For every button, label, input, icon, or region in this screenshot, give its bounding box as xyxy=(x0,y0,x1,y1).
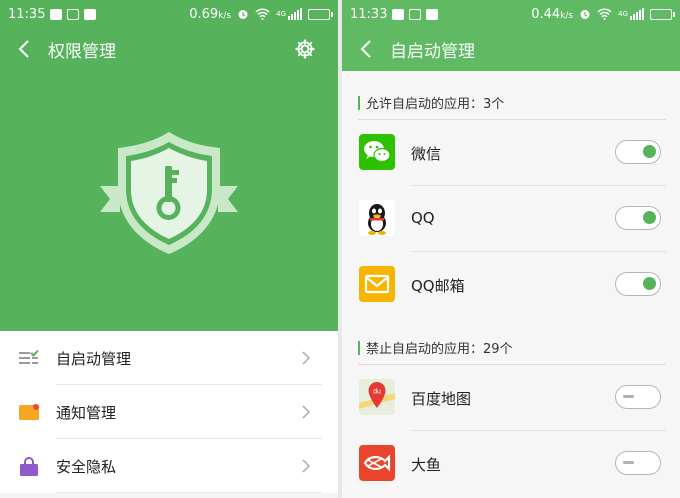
notification-app-icon xyxy=(392,8,405,20)
app-row-dayu: 大鱼 xyxy=(342,431,680,497)
status-time: 11:33 xyxy=(350,6,388,22)
app-row-qq: QQ xyxy=(342,186,680,252)
app-row-baidu-map: du 百度地图 xyxy=(342,365,680,431)
page-title: 自启动管理 xyxy=(390,41,475,62)
permission-manager-screen: 11:35 0.69k/s 4G 权限管理 自启动管理 通知管理 安全隐私 xyxy=(0,0,338,498)
autostart-toggle[interactable] xyxy=(615,451,661,475)
network-speed: 0.69k/s xyxy=(189,6,232,22)
baidu-map-app-icon: du xyxy=(359,379,395,415)
menu-item-autostart[interactable]: 自启动管理 xyxy=(0,331,338,385)
toggle-knob xyxy=(623,395,634,398)
lock-notification-icon xyxy=(426,8,439,20)
divider xyxy=(56,492,322,493)
toggle-knob xyxy=(643,211,656,224)
allowed-section-header: 允许自启动的应用：3个 xyxy=(358,93,504,112)
status-time: 11:35 xyxy=(8,6,46,22)
lock-icon xyxy=(20,457,38,476)
shield-key-illustration xyxy=(98,128,240,258)
title-bar: 权限管理 xyxy=(0,28,338,70)
menu-item-label: 通知管理 xyxy=(56,403,117,422)
menu-item-notification[interactable]: 通知管理 xyxy=(0,385,338,439)
autostart-toggle[interactable] xyxy=(615,272,661,296)
notification-icon xyxy=(19,404,39,420)
image-notification-icon xyxy=(409,8,422,20)
title-bar: 自启动管理 xyxy=(342,28,680,70)
autostart-toggle[interactable] xyxy=(615,385,661,409)
chevron-right-icon xyxy=(302,405,310,419)
baidu-logo-text: du xyxy=(373,389,381,396)
denied-section-header: 禁止自启动的应用：29个 xyxy=(358,338,513,357)
network-type: 4G xyxy=(618,9,628,18)
toggle-knob xyxy=(643,145,656,158)
qq-penguin-icon xyxy=(368,204,386,235)
denied-section-title: 禁止自启动的应用：29个 xyxy=(366,342,513,357)
back-button[interactable] xyxy=(342,40,390,58)
back-arrow-icon xyxy=(18,40,29,58)
autostart-list-icon xyxy=(19,350,39,364)
app-name: QQ xyxy=(411,209,435,227)
alarm-icon xyxy=(580,10,590,19)
app-name: 大鱼 xyxy=(411,456,442,474)
app-name: 百度地图 xyxy=(411,390,472,408)
chevron-right-icon xyxy=(302,459,310,473)
section-accent-bar xyxy=(358,95,360,110)
wechat-logo-icon xyxy=(364,141,391,163)
page-title: 权限管理 xyxy=(48,41,116,62)
app-row-qqmail: QQ邮箱 xyxy=(342,252,680,318)
menu-item-label: 安全隐私 xyxy=(56,457,117,476)
shield-key-icon xyxy=(100,132,238,254)
back-button[interactable] xyxy=(0,40,48,58)
map-pin-icon: du xyxy=(359,379,395,415)
network-speed: 0.44k/s xyxy=(531,6,574,22)
autostart-toggle[interactable] xyxy=(615,140,661,164)
wechat-app-icon xyxy=(359,134,395,170)
status-bar: 11:33 0.44k/s 4G xyxy=(342,0,680,28)
signal-icon xyxy=(288,8,302,20)
chevron-right-icon xyxy=(302,351,310,365)
battery-icon xyxy=(650,8,675,20)
toggle-knob xyxy=(643,277,656,290)
image-notification-icon xyxy=(67,8,80,20)
app-row-wechat: 微信 xyxy=(342,120,680,186)
wifi-icon xyxy=(255,8,270,20)
back-arrow-icon xyxy=(360,40,371,58)
fish-icon xyxy=(363,454,391,472)
qqmail-app-icon xyxy=(359,266,395,302)
envelope-icon xyxy=(359,266,395,302)
section-accent-bar xyxy=(358,340,360,355)
app-name: 微信 xyxy=(411,145,442,163)
alarm-icon xyxy=(238,10,248,19)
signal-icon xyxy=(630,8,644,20)
settings-gear-icon[interactable] xyxy=(294,38,316,60)
toggle-knob xyxy=(623,461,634,464)
dayu-app-icon xyxy=(359,445,395,481)
autostart-toggle[interactable] xyxy=(615,206,661,230)
permission-menu: 自启动管理 通知管理 安全隐私 xyxy=(0,331,338,493)
menu-item-label: 自启动管理 xyxy=(56,349,132,368)
status-bar: 11:35 0.69k/s 4G xyxy=(0,0,338,28)
autostart-manager-screen: 11:33 0.44k/s 4G 自启动管理 允许自启动的应用：3个 微信 QQ… xyxy=(342,0,680,498)
notification-app-icon xyxy=(50,8,63,20)
menu-item-privacy[interactable]: 安全隐私 xyxy=(0,439,338,493)
allowed-section-title: 允许自启动的应用：3个 xyxy=(366,97,505,112)
network-type: 4G xyxy=(276,9,286,18)
battery-icon xyxy=(308,8,333,20)
wifi-icon xyxy=(597,8,612,20)
app-name: QQ邮箱 xyxy=(411,277,465,295)
lock-notification-icon xyxy=(84,8,97,20)
qq-app-icon xyxy=(359,200,395,236)
